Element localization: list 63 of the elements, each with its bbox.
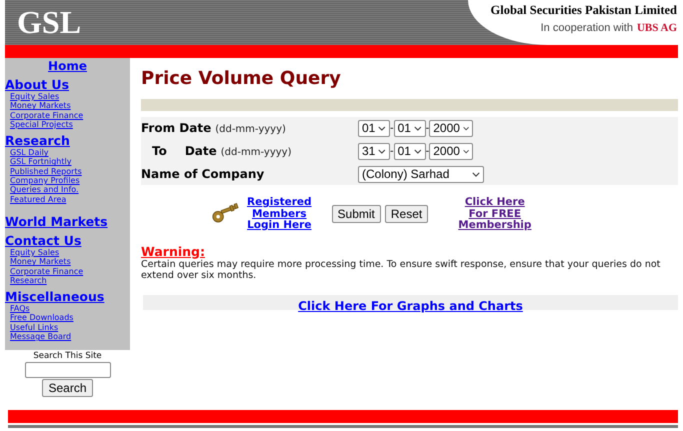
date-select[interactable]: 01 — [358, 120, 390, 136]
separator: - — [390, 146, 394, 156]
field-label: From Date — [141, 121, 212, 135]
tagline: In cooperation with — [540, 22, 633, 34]
sidebar-link[interactable]: Money Markets — [10, 257, 71, 267]
section-link[interactable]: Miscellaneous — [5, 289, 104, 304]
format-hint: (dd-mm-yyyy) — [215, 124, 286, 135]
sidebar-link[interactable]: Equity Sales — [10, 92, 60, 102]
date-select[interactable]: 2000 — [429, 120, 474, 136]
page-title: Price Volume Query — [141, 68, 342, 91]
sidebar-link[interactable]: Published Reports — [10, 166, 82, 176]
chevron-icon — [462, 148, 470, 154]
section-link[interactable]: Research — [5, 133, 70, 148]
sidebar-link[interactable]: Featured Area — [10, 194, 66, 204]
section-link[interactable]: World Markets — [5, 214, 108, 229]
chevron-icon — [472, 172, 480, 176]
sidebar-link[interactable]: Queries and Info. — [10, 185, 79, 195]
separator: - — [426, 122, 430, 134]
search-button[interactable]: Search — [42, 379, 93, 397]
form-button[interactable]: Reset — [384, 205, 428, 224]
sidebar-link[interactable]: Message Board — [10, 332, 72, 342]
chevron-icon — [378, 148, 386, 154]
field-label: Name of Company — [141, 167, 264, 181]
warning-text: Certain queries may require more processing time. To ensure swift response, ensure that your queries do not extend over six months. — [141, 258, 662, 282]
warning-title: Warning: — [141, 244, 205, 258]
sidebar-link[interactable]: GSL Fortnightly — [10, 157, 72, 167]
section-link[interactable]: Contact Us — [5, 232, 82, 248]
chevron-icon — [414, 148, 422, 154]
company-select[interactable]: (Colony) Sarhad — [358, 166, 484, 182]
date-select[interactable]: 31 — [358, 142, 390, 160]
field-label: To — [152, 144, 167, 158]
membership-link[interactable]: Click Here For FREE Membership — [458, 197, 532, 232]
sidebar-link[interactable]: Research — [10, 276, 47, 286]
partner-name: UBS AG — [636, 22, 677, 34]
form-button[interactable]: Submit — [332, 205, 381, 224]
date-select[interactable]: 2000 — [429, 142, 474, 160]
company-name: Global Securities Pakistan Limited — [490, 3, 677, 18]
chevron-icon — [462, 126, 470, 130]
sidebar-link[interactable]: Corporate Finance — [10, 110, 84, 120]
search-field[interactable] — [24, 362, 110, 378]
separator: - — [390, 122, 394, 134]
sidebar-link[interactable]: Equity Sales — [10, 248, 60, 258]
home-link[interactable]: Home — [48, 59, 87, 73]
search-label: Search This Site — [33, 351, 102, 361]
sidebar-link[interactable]: Special Projects — [10, 120, 73, 130]
format-hint: (dd-mm-yyyy) — [220, 147, 292, 158]
chevron-icon — [378, 126, 386, 130]
sidebar-link[interactable]: Company Profiles — [10, 176, 80, 186]
sidebar-link[interactable]: GSL Daily — [10, 148, 49, 158]
sidebar-link[interactable]: Useful Links — [10, 322, 58, 332]
section-link[interactable]: About Us — [5, 77, 70, 92]
date-select[interactable]: 01 — [394, 120, 426, 136]
graphs-link[interactable]: Click Here For Graphs and Charts — [298, 298, 523, 312]
sidebar-link[interactable]: Free Downloads — [10, 313, 74, 323]
date-select[interactable]: 01 — [394, 142, 426, 160]
login-link[interactable]: Registered Members Login Here — [247, 197, 312, 232]
sidebar-link[interactable]: Corporate Finance — [10, 266, 84, 276]
sidebar-link[interactable]: FAQs — [10, 304, 30, 314]
sidebar-link[interactable]: Money Markets — [10, 101, 71, 111]
chevron-icon — [414, 126, 422, 130]
logo: GSL — [16, 3, 82, 42]
field-label: Date — [184, 144, 217, 158]
separator: - — [426, 146, 430, 156]
